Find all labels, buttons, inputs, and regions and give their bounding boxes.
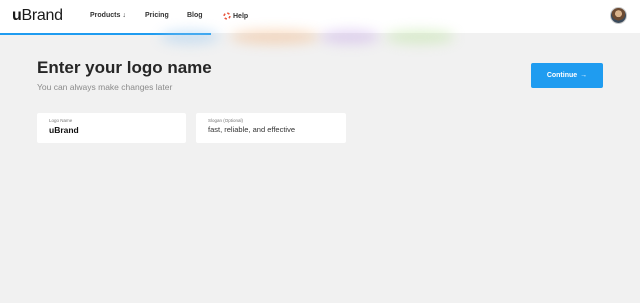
continue-button-label: Continue — [546, 72, 578, 79]
logo-name-input[interactable] — [49, 125, 174, 135]
progress-bar-fill — [0, 33, 212, 35]
logo-name-label: Logo Name — [49, 118, 73, 123]
arrow-right-icon: → — [580, 72, 588, 79]
logo-name-field[interactable]: Logo Name — [37, 113, 186, 143]
page-subtitle: You can always make changes later — [37, 82, 173, 92]
nav-products-label: Products — [90, 12, 121, 19]
logo-u: u — [12, 7, 22, 24]
ubrand-logo[interactable]: u Brand — [12, 7, 63, 25]
user-avatar[interactable] — [610, 7, 627, 24]
slogan-label: Slogan (Optional) — [208, 118, 244, 123]
slogan-input[interactable] — [208, 125, 334, 134]
logo-brand: Brand — [21, 7, 63, 24]
nav-pricing[interactable]: Pricing — [145, 12, 169, 19]
nav-help-label: Help — [233, 12, 249, 20]
nav-blog[interactable]: Blog — [187, 12, 203, 19]
page-title: Enter your logo name — [37, 58, 212, 77]
top-navigation-bar: u Brand Products ↓ Pricing Blog Help — [0, 0, 640, 33]
nav-products[interactable]: Products ↓ — [90, 12, 126, 19]
chevron-down-icon: ↓ — [122, 12, 126, 19]
progress-bar — [0, 33, 640, 35]
slogan-field[interactable]: Slogan (Optional) — [196, 113, 346, 143]
continue-button[interactable]: Continue → — [531, 63, 603, 88]
nav-help[interactable]: Help — [223, 12, 248, 20]
lifebuoy-icon — [223, 12, 231, 20]
